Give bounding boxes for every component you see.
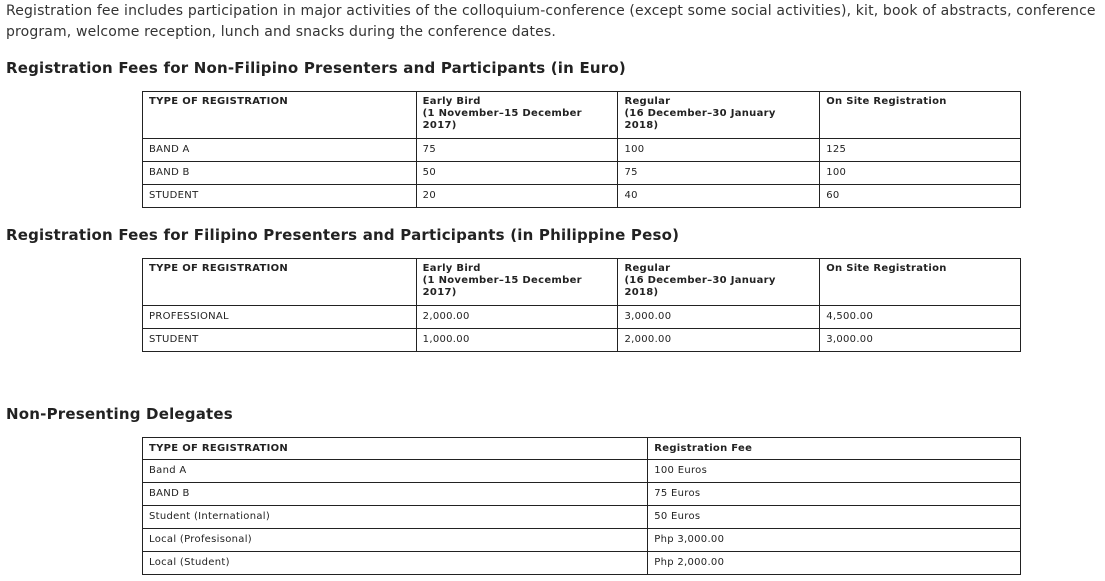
table-row: BAND A 75 100 125 [142, 138, 1021, 162]
table-cell: 3,000.00 [819, 328, 1021, 352]
table-row: Student (International) 50 Euros [141, 505, 1021, 529]
table-cell: 100 Euros [647, 459, 1021, 483]
non-filipino-fees-table: TYPE OF REGISTRATION Early Bird (1 Novemb… [142, 91, 1021, 208]
table-cell: 50 [415, 161, 619, 185]
table-cell: 50 Euros [647, 505, 1021, 529]
table-row: BAND B 50 75 100 [142, 161, 1021, 185]
table-cell: STUDENT [142, 184, 417, 208]
table-row: PROFESSIONAL 2,000.00 3,000.00 4,500.00 [142, 305, 1021, 329]
header-cell: On Site Registration [819, 258, 1021, 306]
header-cell: Registration Fee [647, 437, 1021, 460]
table-row: STUDENT 1,000.00 2,000.00 3,000.00 [142, 328, 1021, 352]
heading-non-filipino-fees: Registration Fees for Non-Filipino Prese… [6, 59, 626, 77]
table-cell: Band A [141, 459, 649, 483]
header-cell: Early Bird (1 November–15 December 2017) [415, 258, 619, 306]
table-row: Band A 100 Euros [141, 459, 1021, 483]
heading-filipino-fees: Registration Fees for Filipino Presenter… [6, 226, 680, 244]
non-presenting-delegates-table: TYPE OF REGISTRATION Registration Fee Ba… [141, 437, 1021, 575]
table-cell: 3,000.00 [617, 305, 821, 329]
table-cell: PROFESSIONAL [142, 305, 417, 329]
table-cell: 125 [819, 138, 1021, 162]
table-row: Local (Student) Php 2,000.00 [141, 551, 1021, 575]
table-cell: 75 Euros [647, 482, 1021, 506]
filipino-fees-table: TYPE OF REGISTRATION Early Bird (1 Novemb… [142, 258, 1021, 352]
header-cell: Early Bird (1 November–15 December 2017) [415, 91, 619, 139]
header-cell: TYPE OF REGISTRATION [142, 258, 417, 306]
table-cell: 60 [819, 184, 1021, 208]
table-header-row: TYPE OF REGISTRATION Early Bird (1 Novemb… [142, 91, 1021, 139]
table-row: BAND B 75 Euros [141, 482, 1021, 506]
delegate-rows: Band A 100 Euros BAND B 75 Euros Student (In… [141, 459, 1021, 575]
header-cell: TYPE OF REGISTRATION [141, 437, 649, 460]
table-cell: 20 [415, 184, 619, 208]
table-cell: Local (Student) [141, 551, 649, 575]
table-cell: 2,000.00 [415, 305, 619, 329]
table-cell: 100 [617, 138, 821, 162]
table-cell: 40 [617, 184, 821, 208]
filipino-rows: PROFESSIONAL 2,000.00 3,000.00 4,500.00 STUD… [142, 305, 1021, 352]
header-cell: TYPE OF REGISTRATION [142, 91, 417, 139]
intro-paragraph: Registration fee includes participation … [6, 3, 1096, 40]
table-row: STUDENT 20 40 60 [142, 184, 1021, 208]
table-cell: BAND A [142, 138, 417, 162]
header-cell: On Site Registration [819, 91, 1021, 139]
table-cell: 100 [819, 161, 1021, 185]
table-cell: 2,000.00 [617, 328, 821, 352]
heading-non-presenting-delegates: Non-Presenting Delegates [6, 405, 233, 423]
table-cell: Student (International) [141, 505, 649, 529]
table-cell: 75 [617, 161, 821, 185]
header-cell: Regular (16 December–30 January 2018) [617, 258, 821, 306]
table-cell: Php 2,000.00 [647, 551, 1021, 575]
table-cell: Php 3,000.00 [647, 528, 1021, 552]
table-header-row: TYPE OF REGISTRATION Registration Fee [141, 437, 1021, 460]
table-cell: BAND B [141, 482, 649, 506]
non-filipino-rows: BAND A 75 100 125 BAND B 50 75 100 STUDENT 20 40 60 [142, 138, 1021, 208]
table-header-row: TYPE OF REGISTRATION Early Bird (1 Novemb… [142, 258, 1021, 306]
table-cell: BAND B [142, 161, 417, 185]
table-row: Local (Profesisonal) Php 3,000.00 [141, 528, 1021, 552]
table-cell: 1,000.00 [415, 328, 619, 352]
table-cell: 75 [415, 138, 619, 162]
table-cell: STUDENT [142, 328, 417, 352]
table-cell: 4,500.00 [819, 305, 1021, 329]
table-cell: Local (Profesisonal) [141, 528, 649, 552]
header-cell: Regular (16 December–30 January 2018) [617, 91, 821, 139]
